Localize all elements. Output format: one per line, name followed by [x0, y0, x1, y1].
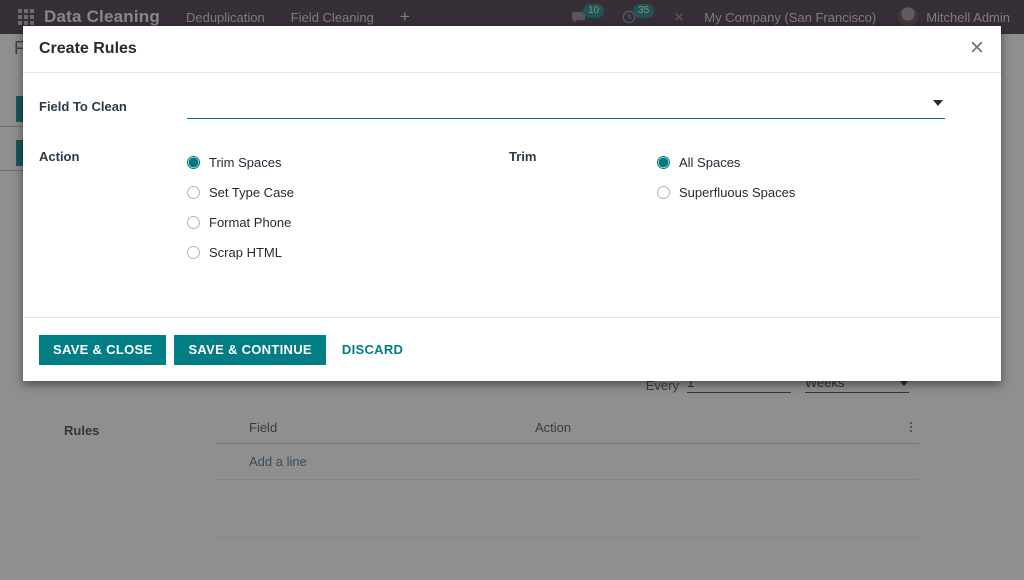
save-and-close-button[interactable]: SAVE & CLOSE — [39, 335, 166, 365]
action-option-format-phone[interactable]: Format Phone — [187, 207, 294, 237]
action-label: Action — [39, 145, 187, 267]
dialog-footer: SAVE & CLOSE SAVE & CONTINUE DISCARD — [23, 317, 1001, 381]
dialog-title: Create Rules — [39, 40, 137, 58]
save-and-continue-button[interactable]: SAVE & CONTINUE — [174, 335, 325, 365]
trim-option-label: Superfluous Spaces — [679, 185, 795, 200]
trim-group: Trim All Spaces Superfluous Spaces — [509, 145, 795, 267]
dialog-header: Create Rules ✕ — [23, 26, 1001, 73]
field-to-clean-control[interactable] — [187, 95, 945, 119]
action-option-trim-spaces[interactable]: Trim Spaces — [187, 147, 294, 177]
action-option-label: Format Phone — [209, 215, 291, 230]
chevron-down-icon[interactable] — [933, 100, 943, 106]
radio-icon[interactable] — [187, 156, 200, 169]
field-to-clean-label: Field To Clean — [39, 95, 187, 114]
radio-icon[interactable] — [187, 246, 200, 259]
options-grid: Action Trim Spaces Set Type Case Form — [39, 145, 985, 267]
create-rules-dialog: Create Rules ✕ Field To Clean Action Tr — [23, 26, 1001, 381]
action-option-label: Trim Spaces — [209, 155, 281, 170]
radio-icon[interactable] — [657, 186, 670, 199]
action-option-label: Set Type Case — [209, 185, 294, 200]
action-option-label: Scrap HTML — [209, 245, 282, 260]
radio-icon[interactable] — [187, 216, 200, 229]
screen: Data Cleaning Deduplication Field Cleani… — [0, 0, 1024, 580]
action-group: Action Trim Spaces Set Type Case Form — [39, 145, 509, 267]
field-to-clean-row: Field To Clean — [39, 95, 985, 119]
trim-label: Trim — [509, 145, 657, 267]
radio-icon[interactable] — [657, 156, 670, 169]
close-icon[interactable]: ✕ — [963, 37, 987, 61]
trim-option-label: All Spaces — [679, 155, 740, 170]
field-to-clean-input[interactable] — [187, 95, 887, 117]
trim-radio-list: All Spaces Superfluous Spaces — [657, 145, 795, 267]
discard-button[interactable]: DISCARD — [334, 342, 411, 357]
action-option-set-type-case[interactable]: Set Type Case — [187, 177, 294, 207]
action-radio-list: Trim Spaces Set Type Case Format Phone — [187, 145, 294, 267]
trim-option-superfluous-spaces[interactable]: Superfluous Spaces — [657, 177, 795, 207]
radio-icon[interactable] — [187, 186, 200, 199]
dialog-body: Field To Clean Action Trim Spaces — [23, 73, 1001, 317]
action-option-scrap-html[interactable]: Scrap HTML — [187, 237, 294, 267]
trim-option-all-spaces[interactable]: All Spaces — [657, 147, 795, 177]
